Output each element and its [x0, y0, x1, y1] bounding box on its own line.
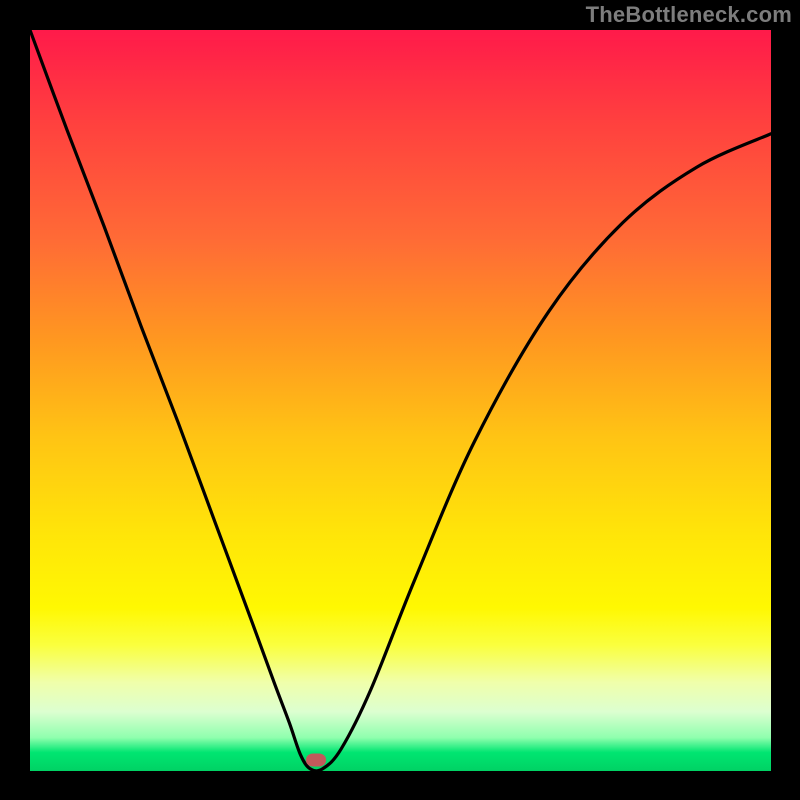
watermark-text: TheBottleneck.com [586, 2, 792, 28]
bottleneck-curve [30, 30, 771, 771]
curve-svg [30, 30, 771, 771]
plot-area [30, 30, 771, 771]
chart-frame: TheBottleneck.com [0, 0, 800, 800]
optimum-marker [306, 753, 326, 766]
